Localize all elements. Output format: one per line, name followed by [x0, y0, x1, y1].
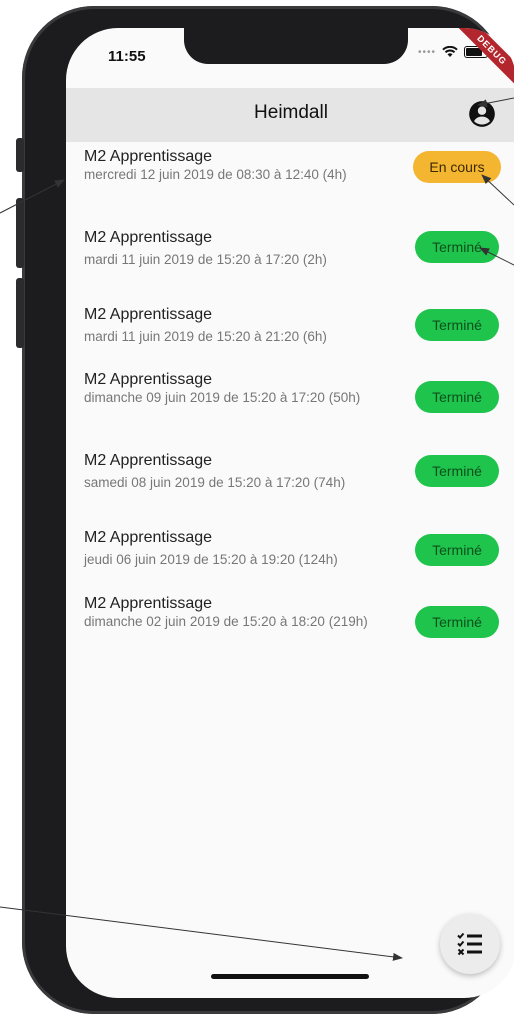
session-title: M2 Apprentissage [84, 529, 213, 546]
account-circle-icon[interactable] [468, 100, 496, 128]
session-title: M2 Apprentissage [84, 452, 213, 469]
session-title: M2 Apprentissage [84, 371, 213, 388]
status-badge: En cours [413, 151, 501, 183]
status-time: 11:55 [108, 48, 146, 65]
phone-side-button [16, 198, 24, 268]
session-subtitle: dimanche 09 juin 2019 de 15:20 à 17:20 (… [84, 390, 361, 405]
status-badge: Terminé [415, 455, 499, 487]
status-badge: Terminé [415, 381, 499, 413]
session-title: M2 Apprentissage [84, 306, 213, 323]
session-title: M2 Apprentissage [84, 595, 213, 612]
session-subtitle: mardi 11 juin 2019 de 15:20 à 21:20 (6h) [84, 329, 327, 344]
session-subtitle: jeudi 06 juin 2019 de 15:20 à 19:20 (124… [84, 552, 338, 567]
status-badge: Terminé [415, 534, 499, 566]
signal-icon: •••• [417, 46, 436, 58]
session-title: M2 Apprentissage [84, 229, 213, 246]
session-subtitle: mardi 11 juin 2019 de 15:20 à 17:20 (2h) [84, 252, 327, 267]
session-subtitle: samedi 08 juin 2019 de 15:20 à 17:20 (74… [84, 475, 346, 490]
app-bar: Heimdall [66, 88, 514, 142]
debug-banner: DEBUG [450, 28, 514, 92]
notch [184, 28, 408, 64]
app-screen: 11:55 •••• DEBUG Heimdall M2 Apprentissa… [66, 28, 514, 998]
phone-side-button [16, 138, 24, 172]
session-title: M2 Apprentissage [84, 148, 213, 165]
page-title: Heimdall [254, 102, 328, 123]
phone-side-button [16, 278, 24, 348]
phone-frame: 11:55 •••• DEBUG Heimdall M2 Apprentissa… [16, 6, 514, 1014]
status-badge: Terminé [415, 606, 499, 638]
session-subtitle: mercredi 12 juin 2019 de 08:30 à 12:40 (… [84, 167, 347, 182]
session-subtitle: dimanche 02 juin 2019 de 15:20 à 18:20 (… [84, 614, 368, 629]
checklist-fab-button[interactable] [440, 914, 500, 974]
wifi-icon [442, 46, 458, 57]
checklist-icon [457, 932, 482, 956]
status-badge: Terminé [415, 309, 499, 341]
home-indicator [211, 974, 369, 979]
status-badge: Terminé [415, 231, 499, 263]
